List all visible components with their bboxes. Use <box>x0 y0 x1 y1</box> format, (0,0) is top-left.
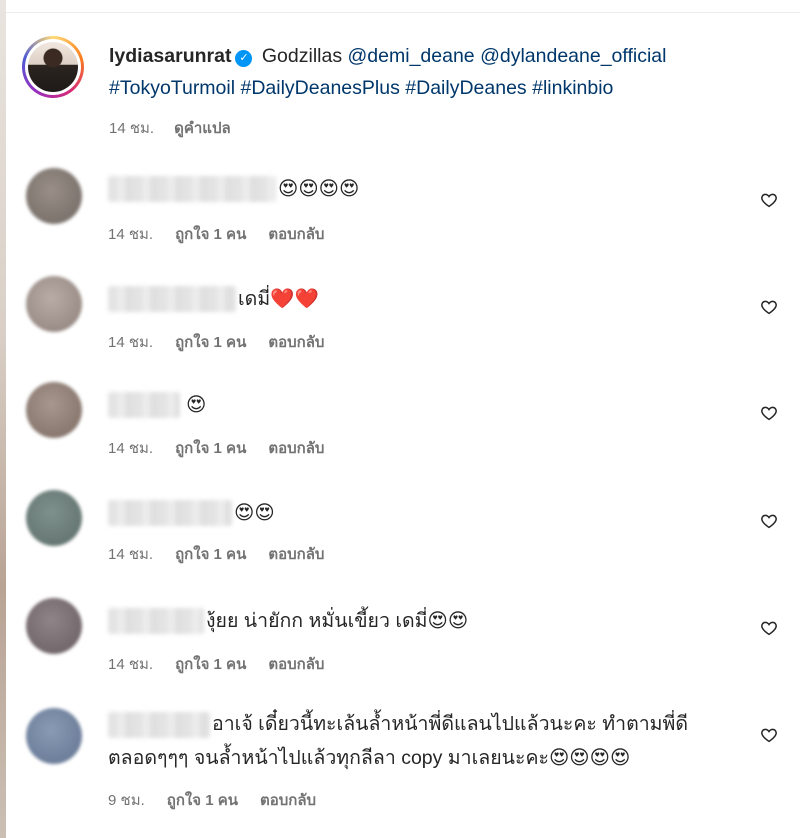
comment-item: อาเจ้ เดี๋ยวนี้ทะเล้นล้ำหน้าพี่ดีแลนไปแล… <box>0 704 800 824</box>
comment-time: 9 ชม. <box>108 792 145 809</box>
comment-time: 14 ชม. <box>108 656 154 673</box>
like-heart-icon[interactable] <box>760 404 778 422</box>
verified-badge-icon: ✓ <box>235 50 253 67</box>
comment-text: 😍😍😍😍 <box>278 178 360 200</box>
caption-meta: 14 ชม. ดูคำแปล <box>109 116 253 140</box>
author-username[interactable]: lydiasarunrat <box>109 45 231 67</box>
comment-meta: 14 ชม. ถูกใจ 1 คน ตอบกลับ <box>108 652 324 676</box>
like-heart-icon[interactable] <box>760 726 778 744</box>
comment-likes[interactable]: ถูกใจ 1 คน <box>175 440 246 457</box>
commenter-username[interactable] <box>108 176 276 202</box>
like-heart-icon[interactable] <box>760 298 778 316</box>
reply-button[interactable]: ตอบกลับ <box>268 334 324 351</box>
comment-text: เดมี่❤️❤️ <box>238 288 319 310</box>
mention-link[interactable]: @demi_deane <box>348 45 475 67</box>
like-heart-icon[interactable] <box>760 619 778 637</box>
comment-avatar[interactable] <box>26 276 82 332</box>
comment-likes[interactable]: ถูกใจ 1 คน <box>175 334 246 351</box>
comment-item: เดมี่❤️❤️ 14 ชม. ถูกใจ 1 คน ตอบกลับ <box>0 270 800 370</box>
commenter-username[interactable] <box>108 392 180 418</box>
caption-text: lydiasarunrat ✓ Godzillas @demi_deane @dy… <box>109 40 666 104</box>
comment-likes[interactable]: ถูกใจ 1 คน <box>175 226 246 243</box>
comment-likes[interactable]: ถูกใจ 1 คน <box>175 546 246 563</box>
comment-avatar[interactable] <box>26 598 82 654</box>
comment-time: 14 ชม. <box>108 440 154 457</box>
comment-item: งุ้ยย น่ายักก หมั่นเขี้ยว เดมี่😍😍 14 ชม.… <box>0 596 800 696</box>
comment-text: 😍😍 <box>234 502 275 524</box>
comment-item: 😍😍😍😍 14 ชม. ถูกใจ 1 คน ตอบกลับ <box>0 160 800 260</box>
comment-likes[interactable]: ถูกใจ 1 คน <box>167 792 238 809</box>
caption-time: 14 ชม. <box>109 120 155 137</box>
commenter-username[interactable] <box>108 500 232 526</box>
reply-button[interactable]: ตอบกลับ <box>260 792 316 809</box>
commenter-username[interactable] <box>108 712 210 738</box>
comment-meta: 14 ชม. ถูกใจ 1 คน ตอบกลับ <box>108 222 324 246</box>
comment-meta: 14 ชม. ถูกใจ 1 คน ตอบกลับ <box>108 330 324 354</box>
reply-button[interactable]: ตอบกลับ <box>268 440 324 457</box>
comment-avatar[interactable] <box>26 708 82 764</box>
comment-meta: 14 ชม. ถูกใจ 1 คน ตอบกลับ <box>108 436 324 460</box>
comment-avatar[interactable] <box>26 382 82 438</box>
comment-meta: 14 ชม. ถูกใจ 1 คน ตอบกลับ <box>108 542 324 566</box>
comment-time: 14 ชม. <box>108 226 154 243</box>
divider <box>6 12 800 13</box>
comment-text: งุ้ยย น่ายักก หมั่นเขี้ยว เดมี่😍😍 <box>206 610 469 632</box>
reply-button[interactable]: ตอบกลับ <box>268 226 324 243</box>
reply-button[interactable]: ตอบกลับ <box>268 546 324 563</box>
comment-text: 😍 <box>186 394 207 416</box>
hashtag-link[interactable]: #DailyDeanesPlus <box>241 77 400 99</box>
mention-link[interactable]: @dylandeane_official <box>480 45 666 67</box>
comment-text-line1: อาเจ้ เดี๋ยวนี้ทะเล้นล้ำหน้าพี่ดีแลนไปแล… <box>212 713 689 735</box>
comment-time: 14 ชม. <box>108 546 154 563</box>
comment-text-line2: ตลอดๆๆๆ จนล้ำหน้าไปแล้วทุกลีลา copy มาเล… <box>108 747 631 769</box>
like-heart-icon[interactable] <box>760 512 778 530</box>
comment-meta: 9 ชม. ถูกใจ 1 คน ตอบกลับ <box>108 788 316 812</box>
commenter-username[interactable] <box>108 286 236 312</box>
like-heart-icon[interactable] <box>760 191 778 209</box>
caption-body: Godzillas <box>261 45 343 67</box>
hashtag-link[interactable]: #linkinbio <box>532 77 613 99</box>
comment-avatar[interactable] <box>26 168 82 224</box>
author-avatar[interactable] <box>22 36 84 98</box>
comment-item: 😍😍 14 ชม. ถูกใจ 1 คน ตอบกลับ <box>0 488 800 588</box>
comment-avatar[interactable] <box>26 490 82 546</box>
hashtag-link[interactable]: #DailyDeanes <box>405 77 526 99</box>
hashtag-link[interactable]: #TokyoTurmoil <box>109 77 235 99</box>
comment-item: 😍 14 ชม. ถูกใจ 1 คน ตอบกลับ <box>0 380 800 480</box>
see-translation-link[interactable]: ดูคำแปล <box>174 120 231 137</box>
commenter-username[interactable] <box>108 608 204 634</box>
reply-button[interactable]: ตอบกลับ <box>268 656 324 673</box>
comment-likes[interactable]: ถูกใจ 1 คน <box>175 656 246 673</box>
comment-time: 14 ชม. <box>108 334 154 351</box>
